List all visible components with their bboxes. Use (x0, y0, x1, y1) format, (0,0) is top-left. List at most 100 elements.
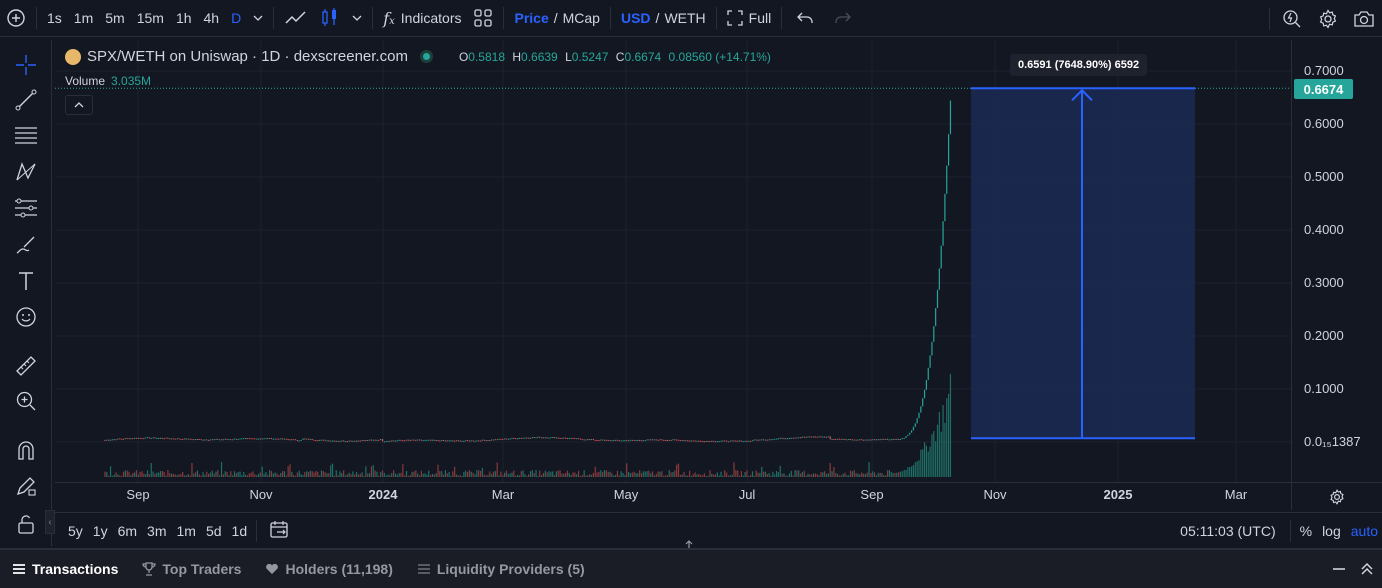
brush-tool[interactable] (8, 230, 44, 260)
volume-bar (515, 475, 517, 477)
volume-bar (359, 473, 361, 477)
settings-button[interactable] (1310, 0, 1346, 37)
range-5d[interactable]: 5d (201, 523, 227, 539)
price-mcap-toggle[interactable]: Price / MCap (508, 0, 606, 37)
candle (892, 438, 894, 440)
candle (626, 440, 628, 442)
volume-bar (274, 472, 276, 477)
tab-top[interactable]: Top Traders (130, 550, 253, 588)
range-5y[interactable]: 5y (63, 523, 88, 539)
undo-button[interactable] (786, 0, 824, 37)
volume-bar (938, 411, 940, 477)
text-tool[interactable] (8, 266, 44, 296)
volume-bar (690, 475, 693, 477)
fullscreen-button[interactable]: Full (721, 0, 778, 37)
pattern-tool[interactable] (8, 157, 44, 187)
log-scale-toggle[interactable]: log (1317, 523, 1346, 539)
volume-bar (337, 475, 339, 477)
price-tick: 0.4000 (1304, 222, 1344, 237)
double-chevron-up-icon (1361, 562, 1373, 575)
interval-1m[interactable]: 1m (68, 0, 99, 37)
crosshair-tool[interactable] (8, 50, 44, 80)
lock-drawings-tool[interactable] (8, 509, 44, 539)
candle (409, 439, 411, 441)
volume-bar (553, 475, 556, 477)
range-1y[interactable]: 1y (88, 523, 113, 539)
quick-search-button[interactable] (1274, 0, 1310, 37)
interval-1s[interactable]: 1s (41, 0, 68, 37)
indicators-button[interactable]: fx Indicators (377, 0, 467, 37)
axis-settings-button[interactable] (1291, 482, 1382, 510)
add-symbol-button[interactable] (0, 0, 32, 37)
interval-15m[interactable]: 15m (131, 0, 170, 37)
snapshot-button[interactable] (1346, 0, 1382, 37)
trend-line-tool[interactable] (8, 85, 44, 115)
auto-scale-toggle[interactable]: auto (1346, 523, 1382, 539)
interval-4h[interactable]: 4h (198, 0, 226, 37)
candle (755, 439, 757, 441)
range-1d[interactable]: 1d (227, 523, 253, 539)
volume-bar (254, 474, 256, 477)
volume-bar (659, 471, 661, 477)
candle (448, 440, 450, 442)
volume-bar (139, 471, 141, 477)
toolbar-collapse-button[interactable]: ‹ (45, 510, 55, 534)
candle (831, 438, 833, 440)
percent-scale-toggle[interactable]: % (1295, 523, 1317, 539)
tab-liquidity[interactable]: Liquidity Providers (5) (405, 550, 597, 588)
utc-clock[interactable]: 05:11:03 (UTC) (1170, 523, 1285, 539)
expand-panel-button[interactable] (1360, 562, 1374, 576)
chart-type-dropdown-button[interactable] (346, 0, 368, 37)
minimize-panel-button[interactable] (1332, 562, 1346, 576)
tab-transactions[interactable]: Transactions (0, 550, 130, 588)
candle (894, 438, 896, 440)
date-range-button[interactable] (261, 519, 297, 542)
time-axis[interactable]: Sep Nov 2024 Mar May Jul Sep Nov 2025 Mar (55, 482, 1291, 510)
currency-toggle[interactable]: USD / WETH (615, 0, 712, 37)
keep-drawing-tool[interactable] (8, 471, 44, 501)
candle (899, 438, 902, 440)
candle (898, 438, 900, 440)
candles-chart-type-button[interactable] (314, 0, 346, 37)
price-option[interactable]: Price (514, 10, 548, 26)
emoji-tool[interactable] (8, 302, 44, 332)
divider (503, 7, 505, 29)
range-1m[interactable]: 1m (172, 523, 201, 539)
line-chart-type-button[interactable] (278, 0, 314, 37)
volume-bar (824, 471, 826, 477)
fib-tool[interactable] (8, 120, 44, 150)
usd-option[interactable]: USD (621, 10, 651, 26)
interval-dropdown-button[interactable] (247, 0, 269, 37)
layouts-button[interactable] (467, 0, 499, 37)
candle (579, 438, 582, 440)
price-chart[interactable] (55, 40, 1291, 482)
candle (333, 440, 335, 442)
zoom-tool[interactable] (8, 386, 44, 416)
magnet-tool[interactable] (8, 436, 44, 466)
volume-bar (230, 471, 232, 477)
weth-option[interactable]: WETH (664, 10, 705, 26)
candle (516, 438, 519, 440)
volume-bar (633, 471, 635, 477)
mcap-option[interactable]: MCap (563, 10, 600, 26)
legend-collapse-button[interactable] (65, 95, 93, 115)
chart-pane[interactable]: SPX/WETH on Uniswap · 1D · dexscreener.c… (55, 40, 1291, 482)
price-scale[interactable]: 0.7000 0.6000 0.5000 0.4000 0.3000 0.2000 0.10… (1291, 40, 1382, 482)
forecast-tool[interactable] (8, 193, 44, 223)
range-3m[interactable]: 3m (142, 523, 171, 539)
volume-bar (383, 472, 385, 477)
volume-bar (940, 431, 942, 477)
volume-bar (809, 474, 811, 477)
candle (143, 438, 145, 440)
interval-1h[interactable]: 1h (170, 0, 198, 37)
volume-bar (402, 464, 404, 477)
volume-bar (185, 475, 187, 477)
interval-d[interactable]: D (225, 0, 247, 37)
magnet-icon (18, 441, 34, 460)
range-6m[interactable]: 6m (113, 523, 142, 539)
measure-tool[interactable] (8, 351, 44, 381)
redo-button[interactable] (824, 0, 862, 37)
tab-holders[interactable]: Holders (11,198) (253, 550, 404, 588)
interval-5m[interactable]: 5m (99, 0, 130, 37)
candle (592, 439, 594, 441)
